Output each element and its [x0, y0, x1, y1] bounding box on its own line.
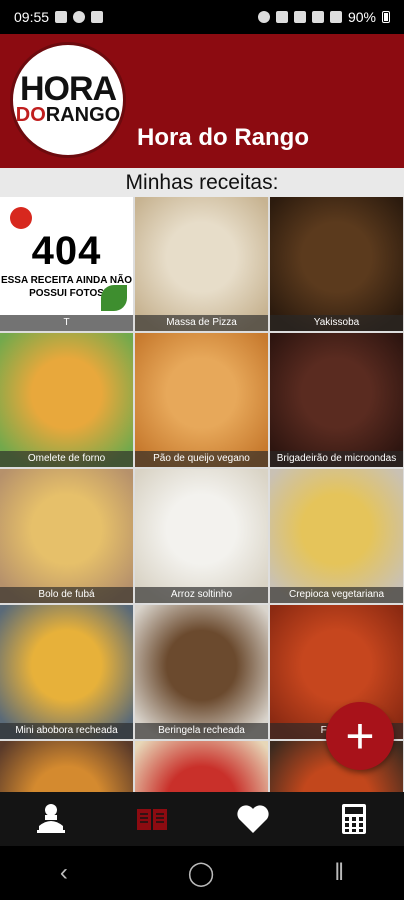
recipe-photo: [270, 333, 403, 467]
nav-favorites[interactable]: [223, 797, 283, 841]
recipe-photo: [0, 333, 133, 467]
recipe-photo: [0, 741, 133, 792]
recipe-photo: [135, 605, 268, 739]
recipe-card[interactable]: Pão de queijo vegano: [135, 333, 268, 467]
recipe-name: Beringela recheada: [135, 723, 268, 739]
recipe-card[interactable]: Arroz soltinho: [135, 469, 268, 603]
logo-line2b: RANGO: [45, 104, 121, 126]
recipe-name: Massa de Pizza: [135, 315, 268, 331]
recipe-name: Brigadeirão de microondas: [270, 451, 403, 467]
nav-chef[interactable]: [21, 797, 81, 841]
heart-icon: [236, 805, 269, 833]
gallery-notification-icon: [55, 11, 68, 23]
app-header: HORA DORANGO Hora do Rango: [0, 34, 404, 168]
back-icon[interactable]: ‹: [60, 859, 68, 887]
recipe-name: Mini abobora recheada: [0, 723, 133, 739]
battery-icon: [382, 11, 390, 23]
mute-icon: [293, 11, 306, 23]
bluetooth-icon: [275, 11, 288, 23]
recipe-name: Pão de queijo vegano: [135, 451, 268, 467]
recipe-photo: [135, 741, 268, 792]
recipe-card[interactable]: Mini abobora recheada: [0, 605, 133, 739]
recipe-grid: 404 ESSA RECEITA AINDA NÃO POSSUI FOTOS …: [0, 197, 404, 792]
placeholder-code: 404: [31, 228, 102, 273]
calculator-icon: [341, 804, 366, 834]
section-title: Minhas receitas:: [125, 170, 279, 194]
section-header: Minhas receitas:: [0, 168, 404, 197]
herb-decoration-icon: [101, 285, 127, 311]
recipe-card[interactable]: Crepioca vegetariana: [270, 469, 403, 603]
recipe-name: Bolo de fubá: [0, 587, 133, 603]
recipe-photo: [135, 197, 268, 331]
sync-icon: [257, 11, 270, 23]
recipe-name: Yakissoba: [270, 315, 403, 331]
battery-percent: 90%: [347, 9, 376, 25]
app-logo: HORA DORANGO: [10, 42, 126, 158]
chef-icon: [36, 804, 65, 833]
logo-line2: DORANGO: [16, 104, 120, 126]
app-title: Hora do Rango: [137, 124, 309, 151]
bottom-navigation: [0, 792, 404, 846]
system-navigation: ‹ ◯ ‖: [0, 846, 404, 900]
recipe-card[interactable]: Massa de Pizza: [135, 197, 268, 331]
message-notification-icon: [91, 11, 104, 23]
status-right: 90%: [257, 9, 390, 25]
recipe-photo: [0, 605, 133, 739]
nav-calculator[interactable]: [324, 797, 384, 841]
recipe-name: Omelete de forno: [0, 451, 133, 467]
recipe-photo: [270, 197, 403, 331]
status-bar: 09:55 90%: [0, 0, 404, 34]
recipe-card[interactable]: Omelete de forno: [0, 333, 133, 467]
nav-recipes[interactable]: [122, 797, 182, 841]
logo-line1: HORA: [19, 70, 117, 108]
status-left: 09:55: [14, 9, 104, 25]
recipe-name: T: [0, 315, 133, 331]
recipe-card[interactable]: Beringela recheada: [135, 605, 268, 739]
logo-line2a: DO: [15, 104, 46, 126]
tomato-decoration-icon: [10, 207, 32, 229]
app-notification-icon: [73, 11, 86, 23]
status-time: 09:55: [14, 9, 50, 25]
recipe-photo: [135, 469, 268, 603]
no-photo-placeholder: 404 ESSA RECEITA AINDA NÃO POSSUI FOTOS: [0, 197, 133, 331]
recipe-card[interactable]: [135, 741, 268, 792]
recipe-photo: [270, 469, 403, 603]
recipe-card[interactable]: Bolo de fubá: [0, 469, 133, 603]
signal-icon: [329, 11, 342, 23]
home-icon[interactable]: ◯: [188, 859, 215, 888]
recipe-photo: [135, 333, 268, 467]
recipe-card[interactable]: 404 ESSA RECEITA AINDA NÃO POSSUI FOTOS …: [0, 197, 133, 331]
recipe-card[interactable]: Yakissoba: [270, 197, 403, 331]
recipe-card[interactable]: [0, 741, 133, 792]
recipe-name: Crepioca vegetariana: [270, 587, 403, 603]
add-recipe-button[interactable]: +: [326, 702, 394, 770]
recipe-name: Arroz soltinho: [135, 587, 268, 603]
recipe-photo: [0, 469, 133, 603]
recipe-card[interactable]: Brigadeirão de microondas: [270, 333, 403, 467]
wifi-icon: [311, 11, 324, 23]
recipe-book-icon: [136, 809, 167, 830]
recents-icon[interactable]: ‖: [334, 859, 344, 887]
